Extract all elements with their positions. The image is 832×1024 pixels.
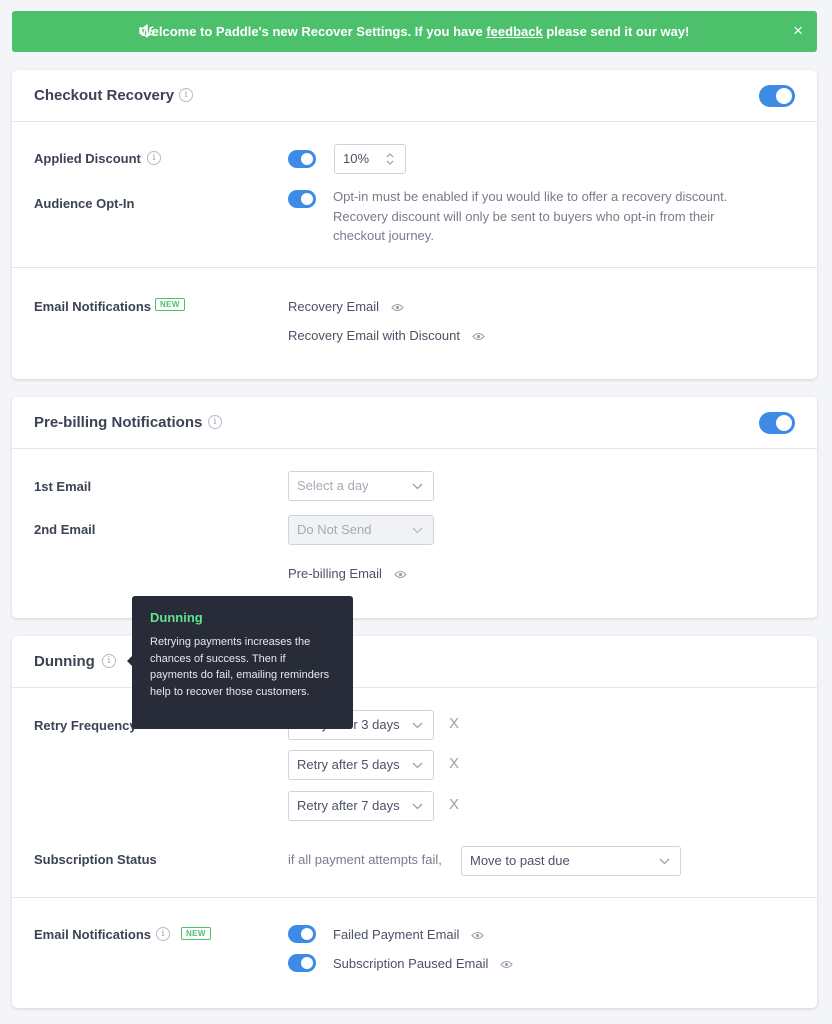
dunning-title: Dunning [34, 653, 95, 670]
speaker-icon [139, 24, 155, 38]
remove-retry-1-icon[interactable]: X [449, 715, 459, 732]
subscription-paused-email-label: Subscription Paused Email [333, 956, 489, 971]
email-notifications-label: Email Notifications [34, 299, 152, 314]
tooltip-arrow [127, 656, 132, 666]
divider [12, 448, 817, 449]
tooltip-title: Dunning [150, 610, 203, 625]
eye-icon[interactable] [471, 332, 485, 341]
subscription-status-prefix: if all payment attempts fail, [288, 852, 442, 867]
chevron-down-icon [412, 722, 423, 729]
eye-icon[interactable] [500, 960, 513, 969]
welcome-banner: Welcome to Paddle's new Recover Settings… [12, 11, 817, 52]
toggle-knob [301, 193, 313, 205]
prebilling-title: Pre-billing Notifications [34, 414, 203, 431]
applied-discount-info-icon[interactable]: i [147, 151, 161, 165]
chevron-down-icon [412, 803, 423, 810]
discount-value: 10% [343, 151, 370, 166]
checkout-recovery-card: Checkout Recovery i Applied Discount i 1… [12, 70, 817, 379]
recovery-email-discount-link[interactable]: Recovery Email with Discount [288, 328, 485, 343]
recovery-email-link[interactable]: Recovery Email [288, 299, 404, 314]
retry-frequency-label: Retry Frequency [34, 718, 137, 733]
prebilling-email-label: Pre-billing Email [288, 566, 382, 581]
banner-text: Welcome to Paddle's new Recover Settings… [140, 24, 690, 39]
retry-select-2[interactable]: Retry after 5 days [288, 750, 434, 780]
first-email-select[interactable]: Select a day [288, 471, 434, 501]
remove-retry-3-icon[interactable]: X [449, 796, 459, 813]
first-email-placeholder: Select a day [297, 478, 369, 493]
banner-close-icon[interactable]: × [793, 21, 803, 41]
checkout-recovery-title: Checkout Recovery [34, 87, 175, 104]
chevron-down-icon [412, 527, 423, 534]
recovery-email-discount-label: Recovery Email with Discount [288, 328, 460, 343]
dunning-email-notifications-label: Email Notifications [34, 927, 152, 942]
eye-icon[interactable] [393, 570, 407, 579]
stepper-arrows-icon[interactable] [385, 152, 395, 166]
new-badge: NEW [181, 927, 211, 940]
second-email-select[interactable]: Do Not Send [288, 515, 434, 545]
toggle-knob [301, 957, 313, 969]
audience-opt-in-description: Opt-in must be enabled if you would like… [333, 189, 728, 243]
subscription-status-value: Move to past due [470, 853, 570, 868]
audience-opt-in-label: Audience Opt-In [34, 196, 135, 211]
subscription-status-label: Subscription Status [34, 852, 157, 867]
eye-icon[interactable] [390, 303, 404, 312]
chevron-down-icon [412, 483, 423, 490]
dunning-email-info-icon[interactable]: i [156, 927, 170, 941]
failed-payment-email-label: Failed Payment Email [333, 927, 460, 942]
feedback-link[interactable]: feedback [486, 24, 542, 39]
retry-select-2-value: Retry after 5 days [297, 757, 400, 772]
prebilling-card: Pre-billing Notifications i 1st Email Se… [12, 397, 817, 618]
second-email-label: 2nd Email [34, 522, 96, 537]
chevron-down-icon [412, 762, 423, 769]
toggle-knob [301, 928, 313, 940]
discount-stepper[interactable]: 10% [334, 144, 406, 174]
prebilling-toggle[interactable] [759, 412, 795, 434]
eye-icon[interactable] [471, 931, 484, 940]
divider [12, 267, 817, 268]
applied-discount-toggle[interactable] [288, 150, 316, 168]
dunning-tooltip: Dunning Retrying payments increases the … [127, 596, 353, 729]
tooltip-body: Retrying payments increases the chances … [150, 636, 330, 698]
remove-retry-2-icon[interactable]: X [449, 755, 459, 772]
checkout-recovery-toggle[interactable] [759, 85, 795, 107]
retry-select-3-value: Retry after 7 days [297, 798, 400, 813]
checkout-recovery-info-icon[interactable]: i [179, 88, 193, 102]
subscription-paused-email-link[interactable]: Subscription Paused Email [333, 956, 513, 971]
banner-text-before: Welcome to Paddle's new Recover Settings… [139, 24, 483, 39]
failed-payment-toggle[interactable] [288, 925, 316, 943]
failed-payment-email-link[interactable]: Failed Payment Email [333, 927, 484, 942]
subscription-paused-toggle[interactable] [288, 954, 316, 972]
new-badge: NEW [155, 298, 185, 311]
dunning-info-icon[interactable]: i [102, 654, 116, 668]
second-email-value: Do Not Send [297, 522, 372, 537]
divider [12, 897, 817, 898]
banner-text-after: please send it our way! [546, 24, 690, 39]
prebilling-info-icon[interactable]: i [208, 415, 222, 429]
applied-discount-label: Applied Discount [34, 151, 141, 166]
toggle-knob [776, 88, 792, 104]
recovery-email-label: Recovery Email [288, 299, 380, 314]
prebilling-email-link[interactable]: Pre-billing Email [288, 566, 407, 581]
toggle-knob [776, 415, 792, 431]
audience-opt-in-toggle[interactable] [288, 190, 316, 208]
subscription-status-select[interactable]: Move to past due [461, 846, 681, 876]
first-email-label: 1st Email [34, 479, 92, 494]
retry-select-3[interactable]: Retry after 7 days [288, 791, 434, 821]
toggle-knob [301, 153, 313, 165]
divider [12, 121, 817, 122]
chevron-down-icon [659, 858, 670, 865]
